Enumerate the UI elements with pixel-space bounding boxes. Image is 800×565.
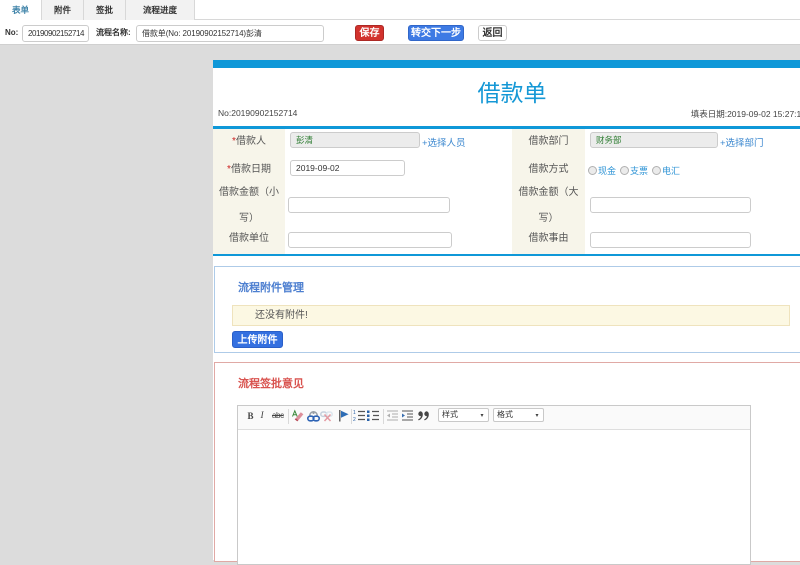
svg-text:2: 2 bbox=[353, 417, 356, 422]
svg-text:1: 1 bbox=[353, 410, 356, 416]
